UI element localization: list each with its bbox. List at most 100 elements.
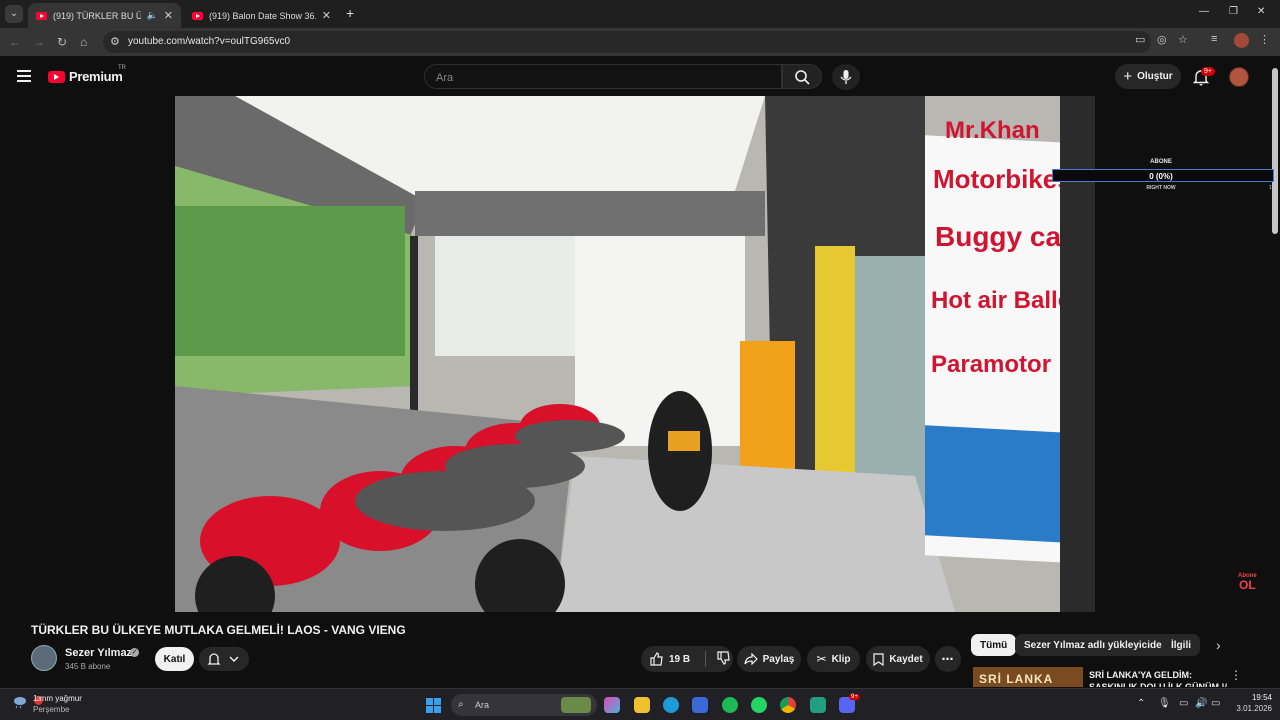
channel-avatar[interactable] [31,645,57,671]
counter-value: 0 (0%) [1149,172,1173,181]
browser-tab-strip: ⌄ (919) TÜRKLER BU ÜLKEYE MUTLAKA GELMEL… [0,0,1280,28]
account-avatar[interactable] [1229,67,1249,87]
new-tab-icon[interactable]: + [346,5,354,21]
notification-badge: 9+ [1201,67,1215,76]
like-count: 19 B [669,653,691,665]
wifi-icon[interactable]: ▭ [1179,698,1188,709]
page-scrollbar[interactable] [1272,68,1278,234]
subscriber-count: 345 B abone [65,662,111,671]
create-button[interactable]: + Oluştur [1115,64,1181,89]
subscribe-watermark[interactable]: Abone OL [1238,573,1257,591]
copilot-icon[interactable] [604,697,620,713]
join-button[interactable]: Katıl [155,647,194,671]
forward-icon[interactable]: → [33,35,45,49]
video-frame: Mr.Khan Motorbikes Buggy cars Hot air Ba… [175,96,1095,612]
chip-related[interactable]: İlgili [1162,634,1200,656]
cast-icon[interactable]: ▭ [1135,33,1145,46]
country-code: TR [118,65,126,71]
share-button[interactable]: Paylaş [737,646,801,672]
sign-line: Paramotor [931,351,1051,378]
tab-search-button[interactable]: ⌄ [5,5,23,23]
restore-icon[interactable]: ❐ [1229,6,1238,17]
battery-icon[interactable]: ▭ [1211,698,1220,709]
reload-icon[interactable]: ↻ [57,35,67,49]
windows-taskbar: 2 1 mm yağmur Perşembe ⌕ Ara 9+ ⌃ 🎙 ▭ 🔊 … [0,688,1280,720]
dislike-button[interactable] [716,650,730,668]
youtube-logo[interactable]: Premium TR [48,65,126,84]
home-icon[interactable]: ⌂ [80,35,87,49]
spotify-icon[interactable] [722,697,738,713]
profile-avatar[interactable] [1234,33,1249,48]
verified-check-icon: ✓ [130,648,139,657]
taskbar-clock[interactable]: 19:54 3.01.2026 [1226,693,1272,713]
like-dislike-group: 19 B [641,646,733,672]
rain-cloud-icon [14,697,26,709]
search-highlight-image [561,697,591,713]
youtube-favicon-icon [36,11,47,20]
recommendation-menu-icon[interactable]: ⋮ [1230,668,1242,682]
back-icon[interactable]: ← [9,35,21,49]
taskbar-search[interactable]: ⌕ Ara [451,694,597,716]
sign-line: Mr.Khan [945,117,1040,144]
microphone-icon [840,70,852,84]
clip-label: Klip [831,653,851,665]
plus-icon: + [1123,67,1133,85]
url-text: youtube.com/watch?v=oulTG965vc0 [128,36,291,47]
more-actions-button[interactable]: ⋯ [935,646,961,672]
bookmark-star-icon[interactable]: ☆ [1178,33,1188,46]
counter-label: ABONE [1150,159,1172,165]
chrome-icon[interactable] [780,697,796,713]
browser-tab[interactable]: (919) Balon Date Show 36. Bölüm ✕ [184,3,339,28]
address-bar[interactable]: ⚙ youtube.com/watch?v=oulTG965vc0 [103,31,1151,53]
edge-icon[interactable] [663,697,679,713]
whatsapp-icon[interactable] [751,697,767,713]
search-box[interactable] [424,64,782,89]
youtube-favicon-icon [192,11,203,20]
search-input[interactable] [434,71,764,85]
video-title: TÜRKLER BU ÜLKEYE MUTLAKA GELMELİ! LAOS … [31,623,406,637]
scissors-icon: ✂ [816,652,827,666]
close-tab-icon[interactable]: ✕ [164,9,173,22]
minimize-icon[interactable]: — [1199,6,1209,17]
volume-icon[interactable]: 🔊 [1195,698,1207,709]
thumbs-up-icon [650,652,663,666]
close-window-icon[interactable]: ✕ [1257,6,1265,17]
save-button[interactable]: Kaydet [866,646,930,672]
chrome-menu-icon[interactable]: ⋮ [1259,33,1270,46]
share-arrow-icon [744,653,758,665]
media-control-icon[interactable]: ≡ [1211,33,1217,45]
chip-uploader[interactable]: Sezer Yılmaz adlı yükleyiciden [1015,634,1177,656]
chip-all[interactable]: Tümü [971,634,1017,656]
tray-chevron-icon[interactable]: ⌃ [1137,698,1145,709]
video-player[interactable]: Mr.Khan Motorbikes Buggy cars Hot air Ba… [175,96,1095,612]
save-label: Kaydet [889,653,923,665]
app-icon[interactable] [810,697,826,713]
hamburger-menu-icon[interactable] [17,70,31,82]
tray-mic-icon[interactable]: 🎙 [1158,698,1171,709]
clock-date: 3.01.2026 [1236,704,1272,713]
channel-name[interactable]: Sezer Yılmaz [65,647,132,659]
watermark-line2: OL [1239,578,1256,592]
clip-button[interactable]: ✂ Klip [807,646,860,672]
tab-title: (919) TÜRKLER BU ÜLKEYE MUTLAKA GELMELİ!… [53,10,141,21]
voice-search-button[interactable] [832,64,860,90]
sign-line: Motorbikes [933,164,1072,194]
search-button[interactable] [782,64,822,89]
eye-off-icon[interactable]: ◎ [1157,33,1167,46]
clock-time: 19:54 [1251,693,1272,702]
recommendation-title[interactable]: SRİ LANKA'YA GELDİM: ŞAŞKINLIK DOLU İLK … [1089,669,1229,687]
site-info-icon[interactable]: ⚙ [110,35,120,48]
chevron-right-icon[interactable]: › [1216,637,1221,653]
windows-start-icon[interactable] [426,698,441,713]
file-explorer-icon[interactable] [634,697,650,713]
subscription-bell-button[interactable] [199,647,249,671]
subscriber-counter-overlay: ABONE 0 (0%) RIGHT NOW 10 [1052,157,1275,191]
store-icon[interactable] [692,697,708,713]
close-tab-icon[interactable]: ✕ [322,9,331,22]
logo-text: Premium [69,69,123,84]
browser-tab-active[interactable]: (919) TÜRKLER BU ÜLKEYE MUTLAKA GELMELİ!… [28,3,181,28]
recommendation-thumbnail[interactable]: SRİ LANKA [973,667,1083,687]
discord-badge: 9+ [849,694,860,700]
like-button[interactable]: 19 B [649,652,690,666]
speaker-icon[interactable]: 🔈 [147,10,158,21]
